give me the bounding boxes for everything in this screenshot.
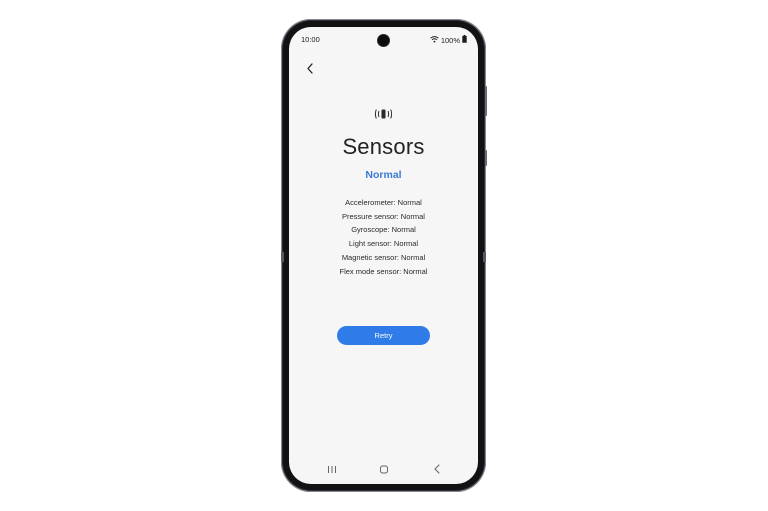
navigation-bar xyxy=(289,456,478,484)
front-camera xyxy=(378,35,389,46)
list-item: Pressure sensor: Normal xyxy=(342,211,425,221)
home-icon xyxy=(379,461,389,479)
status-indicators: 100% xyxy=(430,35,467,45)
list-item: Magnetic sensor: Normal xyxy=(341,252,426,262)
overall-status: Normal xyxy=(365,169,402,181)
power-button xyxy=(485,150,487,166)
page-title: Sensors xyxy=(342,134,425,159)
hinge-right xyxy=(483,252,486,262)
back-button[interactable] xyxy=(303,63,317,77)
list-item: Accelerometer: Normal xyxy=(345,198,422,207)
stage: 10:00 100% Sensors Normal Accelerometer:… xyxy=(0,0,768,511)
hinge-left xyxy=(281,252,284,262)
nav-back-button[interactable] xyxy=(430,464,444,476)
nav-home-button[interactable] xyxy=(377,464,391,476)
wifi-icon xyxy=(430,35,439,45)
recents-icon xyxy=(327,461,337,479)
nav-recents-button[interactable] xyxy=(325,464,339,476)
vibration-sensor-icon xyxy=(371,107,396,119)
chevron-left-icon xyxy=(306,61,314,79)
battery-percent: 100% xyxy=(440,35,460,45)
list-item: Gyroscope: Normal xyxy=(351,225,416,235)
volume-button xyxy=(485,86,487,116)
phone-screen: 10:00 100% Sensors Normal Accelerometer:… xyxy=(289,27,478,484)
status-time: 10:00 xyxy=(301,35,320,44)
retry-button[interactable]: Retry xyxy=(337,326,430,345)
list-item: Flex mode sensor: Normal xyxy=(339,266,428,276)
sensor-results-list: Accelerometer: Normal Pressure sensor: N… xyxy=(289,196,478,278)
back-icon xyxy=(433,461,441,479)
list-item: Light sensor: Normal xyxy=(348,239,419,249)
battery-icon xyxy=(462,35,467,45)
